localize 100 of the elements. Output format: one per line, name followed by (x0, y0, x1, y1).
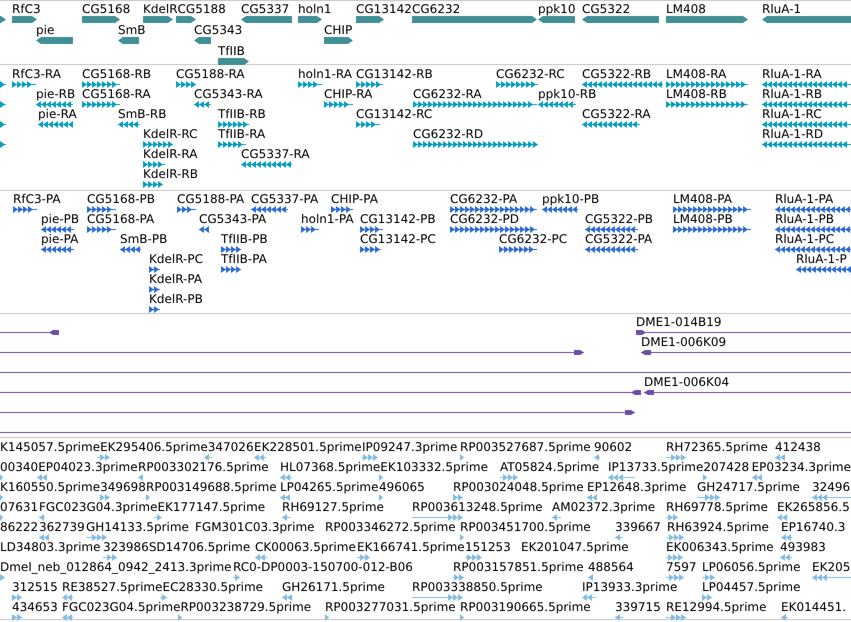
read-label: 496065 (379, 479, 425, 495)
read-label: RP003527687.5prime (460, 439, 591, 455)
transcript-label: KdelR-RB (143, 166, 198, 182)
read-label: 86222 (0, 519, 38, 535)
transcript-label: SmB-RB (118, 106, 166, 122)
transcript-label: CG5322-RB (582, 66, 652, 82)
read-label: K160550.5prime (0, 479, 100, 495)
gene-label: ppk10 (538, 1, 576, 17)
protein-label: LM408-PB (673, 211, 733, 227)
transcript-label: RluA-1-RB (762, 86, 822, 102)
read-label: 488564 (588, 559, 634, 575)
protein-label: RluA-1-PC (775, 231, 834, 247)
protein-label: CG5343-PA (199, 211, 266, 227)
read-label: RE12994.5prime (666, 599, 766, 615)
read-label: 00340 (0, 459, 38, 475)
read-label: RH69127.5prime (282, 499, 384, 515)
protein-label: CG13142-PC (360, 231, 436, 247)
read-label: IP09247.3prime (362, 439, 458, 455)
read-label: LD34803.3prime (0, 539, 101, 555)
read-label: 32496 (812, 479, 850, 495)
gene-label: LM408 (666, 1, 706, 17)
transcript-label: pie-RA (38, 106, 77, 122)
protein-label: CG6232-PC (499, 231, 568, 247)
read-label: RH63924.5prime (667, 519, 769, 535)
transcript-label: TfIIB-RA (218, 126, 266, 142)
transcript-label: CG5343-RA (194, 86, 263, 102)
protein-label: RluA-1-PB (775, 211, 834, 227)
transcript-label: ppk10-RB (538, 86, 596, 102)
gene-label: CG5168 (82, 1, 130, 17)
read-label: HL07368.5prime (280, 459, 380, 475)
read-label: EK201047.5prime (521, 539, 629, 555)
transcript-label: RluA-1-RD (762, 126, 824, 142)
transcript-label: CG5188-RA (176, 66, 245, 82)
transcript-label: CG6232-RD (413, 126, 484, 142)
protein-label: CHIP-PA (331, 191, 378, 207)
transcript-label: CG5168-RB (82, 66, 152, 82)
read-label: EK103332.5prime (380, 459, 488, 475)
clone-label: DME1-006K09 (641, 334, 726, 350)
read-label: EK295406.5prime (100, 439, 208, 455)
read-label: 412438 (775, 439, 821, 455)
transcript-label: CG5322-RA (582, 106, 651, 122)
transcript-label: KdelR-RA (143, 146, 198, 162)
read-label: EP03234.3prime (752, 459, 851, 475)
protein-label: holn1-PA (301, 211, 354, 227)
gene-label: CG5343 (194, 22, 242, 38)
read-label: 339667 (615, 519, 661, 535)
read-label: 207428 (703, 459, 750, 475)
gene-label: CG6232 (412, 1, 460, 17)
read-label: EK205 (812, 559, 850, 575)
transcript-label: LM408-RB (666, 86, 727, 102)
read-label: RP003451700.5prime (460, 519, 591, 535)
gene-label: CG5322 (582, 1, 630, 17)
gene-label: CG13142 (356, 1, 412, 17)
read-label: RP003190665.5prime (460, 599, 591, 615)
transcript-label: CG6232-RA (413, 86, 482, 102)
read-label: 312515 (12, 579, 58, 595)
read-label: RH69778.5prime (666, 499, 768, 515)
read-label: EK166741.5prime (357, 539, 465, 555)
protein-label: RluA-1-P (796, 251, 847, 267)
gene-label: RluA-1 (762, 1, 802, 17)
protein-label: CG5337-PA (251, 191, 318, 207)
transcript-label: LM408-RA (666, 66, 726, 82)
transcript-label: CG5337-RA (241, 146, 310, 162)
read-label: GH14133.5prime (86, 519, 189, 535)
clone-label: DME1-014B19 (636, 314, 722, 330)
gene-label: pie (36, 22, 54, 38)
read-label: EC28330.5prime (162, 579, 264, 595)
protein-label: KdelR-PA (149, 271, 202, 287)
read-label: AM02372.3prime (552, 499, 656, 515)
read-label: 151253 (465, 539, 511, 555)
read-label: EK265856.5 (777, 499, 850, 515)
transcript-label: RluA-1-RA (762, 66, 822, 82)
read-label: AT05824.5prime (500, 459, 600, 475)
read-label: EK177147.5prime (157, 499, 266, 515)
read-label: 07631 (0, 499, 38, 515)
protein-label: CG6232-PA (450, 191, 518, 207)
protein-label: CG5322-PA (585, 231, 652, 247)
read-label: EK228501.5prime (254, 439, 362, 455)
protein-label: pie-PA (41, 231, 78, 247)
read-label: FGC023G04.3prime (39, 499, 158, 515)
read-label: 7597 (666, 559, 697, 575)
read-label: Dmel_neb_012864_0942_2413.3prime (0, 559, 232, 575)
read-label: EP16740.3 (781, 519, 846, 535)
protein-label: TfIIB-PA (221, 251, 267, 267)
read-label: EP04023.3prime (38, 459, 138, 475)
read-label: RP003338850.5prime (412, 579, 543, 595)
read-label: RP003238729.5prime (180, 599, 312, 615)
transcript-label: KdelR-RC (143, 126, 198, 142)
read-label: RP003613248.5prime (412, 499, 543, 515)
protein-label: RfC3-PA (13, 191, 61, 207)
read-label: RP003024048.5prime (453, 479, 584, 495)
read-label: RH72365.5prime (666, 439, 768, 455)
protein-label: KdelR-PC (149, 251, 203, 267)
transcript-label: RfC3-RA (12, 66, 61, 82)
read-label: FGC023G04.5prime (62, 599, 180, 615)
protein-label: SmB-PB (120, 231, 168, 247)
gene-label: SmB (118, 22, 146, 38)
read-label: EK006343.5prime (666, 539, 774, 555)
read-label: RP003302176.5prime (138, 459, 269, 475)
transcript-label: CG13142-RC (356, 106, 432, 122)
